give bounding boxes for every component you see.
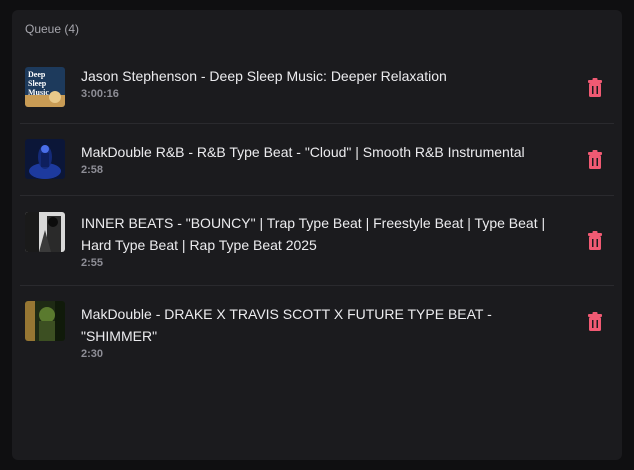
delete-icon[interactable] xyxy=(586,312,604,332)
svg-text:Deep: Deep xyxy=(28,70,46,79)
track-thumbnail xyxy=(25,301,65,341)
track-thumbnail xyxy=(25,139,65,179)
svg-text:Music: Music xyxy=(28,88,49,97)
queue-item[interactable]: INNER BEATS - "BOUNCY" | Trap Type Beat … xyxy=(20,196,614,286)
deep-sleep-thumbnail-image: Deep Sleep Music xyxy=(25,67,65,107)
track-title: INNER BEATS - "BOUNCY" | Trap Type Beat … xyxy=(81,215,546,253)
track-thumbnail xyxy=(25,212,65,252)
track-title: Jason Stephenson - Deep Sleep Music: Dee… xyxy=(81,68,447,84)
track-duration: 3:00:16 xyxy=(81,88,119,100)
track-title: MakDouble R&B - R&B Type Beat - "Cloud" … xyxy=(81,144,525,160)
delete-icon[interactable] xyxy=(586,231,604,251)
track-thumbnail: Deep Sleep Music xyxy=(25,67,65,107)
track-duration: 2:55 xyxy=(81,257,104,269)
track-title: MakDouble - DRAKE X TRAVIS SCOTT X FUTUR… xyxy=(81,306,492,344)
queue-item[interactable]: MakDouble R&B - R&B Type Beat - "Cloud" … xyxy=(20,124,614,196)
shimmer-beat-thumbnail-image xyxy=(25,301,65,341)
queue-item[interactable]: Deep Sleep Music Jason Stephenson - Deep… xyxy=(20,52,614,124)
queue-list: Deep Sleep Music Jason Stephenson - Deep… xyxy=(12,52,622,360)
bouncy-beat-thumbnail-image xyxy=(25,212,65,252)
track-duration: 2:30 xyxy=(81,348,104,360)
cloud-beat-thumbnail-image xyxy=(25,139,65,179)
delete-icon[interactable] xyxy=(586,78,604,98)
svg-text:Sleep: Sleep xyxy=(28,79,47,88)
queue-title: Queue (4) xyxy=(25,22,80,36)
queue-item[interactable]: MakDouble - DRAKE X TRAVIS SCOTT X FUTUR… xyxy=(20,286,614,360)
delete-icon[interactable] xyxy=(586,150,604,170)
track-duration: 2:58 xyxy=(81,164,104,176)
queue-panel: Queue (4) Deep Sleep Music Jason Stephen… xyxy=(12,10,622,460)
